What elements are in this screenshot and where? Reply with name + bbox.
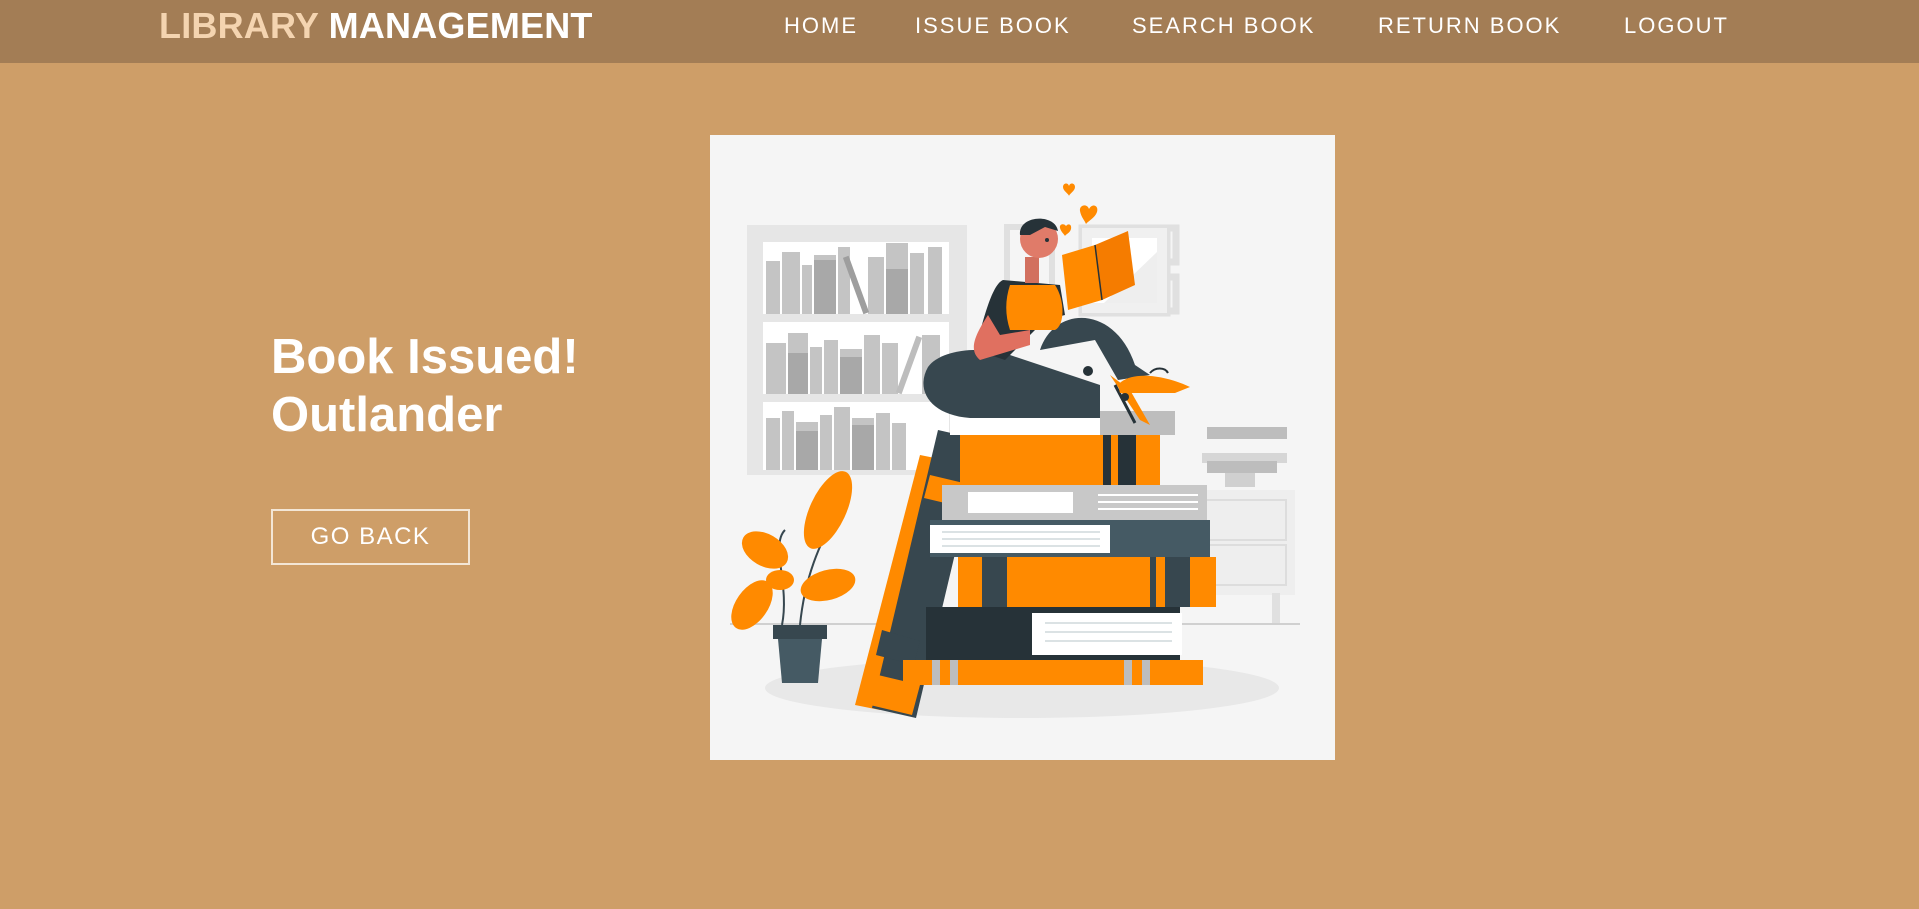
issued-book-title: Outlander bbox=[271, 388, 503, 442]
navbar: LIBRARY MANAGEMENT HOME ISSUE BOOK SEARC… bbox=[0, 0, 1919, 63]
brand-logo[interactable]: LIBRARY MANAGEMENT bbox=[159, 6, 593, 46]
brand-word-library: LIBRARY bbox=[159, 5, 319, 46]
issue-status-heading: Book Issued! bbox=[271, 330, 579, 384]
nav-logout-link[interactable]: LOGOUT bbox=[1624, 13, 1729, 39]
issue-confirmation-message: Book Issued! Outlander bbox=[271, 328, 579, 444]
nav-issue-book-link[interactable]: ISSUE BOOK bbox=[915, 13, 1071, 39]
nav-return-book-link[interactable]: RETURN BOOK bbox=[1378, 13, 1561, 39]
brand-word-management: MANAGEMENT bbox=[328, 5, 593, 46]
reading-illustration-svg bbox=[730, 183, 1300, 718]
plant-graphic bbox=[731, 471, 856, 683]
reading-illustration bbox=[710, 135, 1335, 760]
nav-search-book-link[interactable]: SEARCH BOOK bbox=[1132, 13, 1315, 39]
go-back-button[interactable]: GO BACK bbox=[271, 509, 470, 565]
nav-home-link[interactable]: HOME bbox=[784, 13, 858, 39]
bookshelf-graphic bbox=[747, 225, 967, 475]
